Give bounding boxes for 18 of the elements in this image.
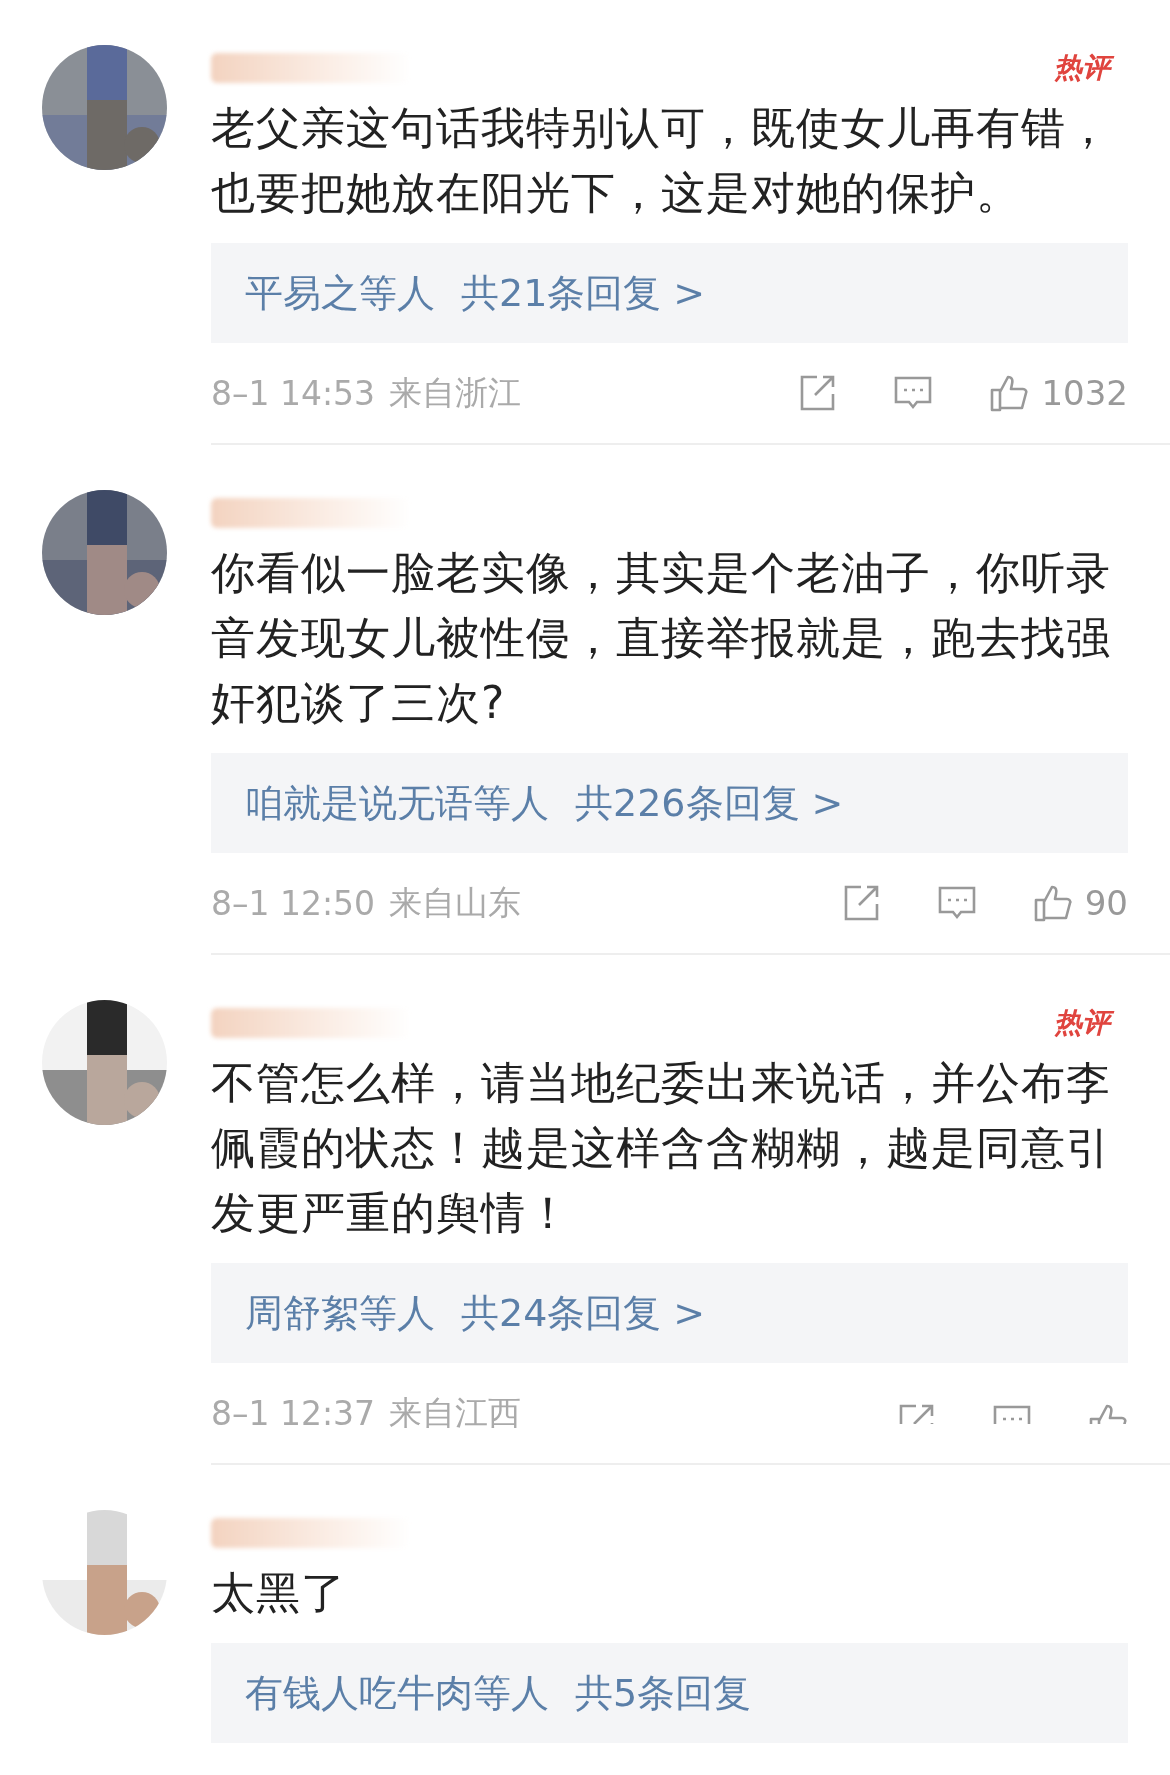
timestamp: 8–1 12:50 [211, 883, 376, 923]
hot-label: 热评 [1046, 998, 1118, 1047]
comment-text: 你看似一脸老实像，其实是个老油子，你听录音发现女儿被性侵，直接举报就是，跑去找强奸犯谈了三次? [211, 546, 1112, 730]
location-text: 来自江西 [389, 1391, 522, 1434]
replies-link[interactable]: 有钱人吃牛肉等人 共5条回复 [211, 1643, 1128, 1743]
location-text: 来自山东 [389, 881, 522, 924]
like-count: 90 [1084, 883, 1128, 923]
comment-text: 不管怎么样，请当地纪委出来说话，并公布李佩霞的状态！越是这样含含糊糊，越是同意引发更严重的舆情！ [211, 1056, 1112, 1240]
timestamp: 8–1 14:53 [211, 373, 376, 413]
comment-text: 太黑了 [211, 1566, 347, 1620]
location-text: 来自浙江 [389, 371, 522, 414]
replies-link[interactable]: 平易之等人 共21条回复 > [211, 243, 1128, 343]
comment-text: 老父亲这句话我特别认可，既使女儿再有错，也要把她放在阳光下，这是对她的保护。 [211, 101, 1112, 220]
like-count: 1032 [1041, 373, 1128, 413]
hot-label: 热评 [1046, 43, 1118, 92]
replies-link[interactable]: 咱就是说无语等人 共226条回复 > [211, 753, 1128, 853]
replies-link[interactable]: 周舒絮等人 共24条回复 > [211, 1263, 1128, 1363]
timestamp: 8–1 12:37 [211, 1393, 376, 1433]
